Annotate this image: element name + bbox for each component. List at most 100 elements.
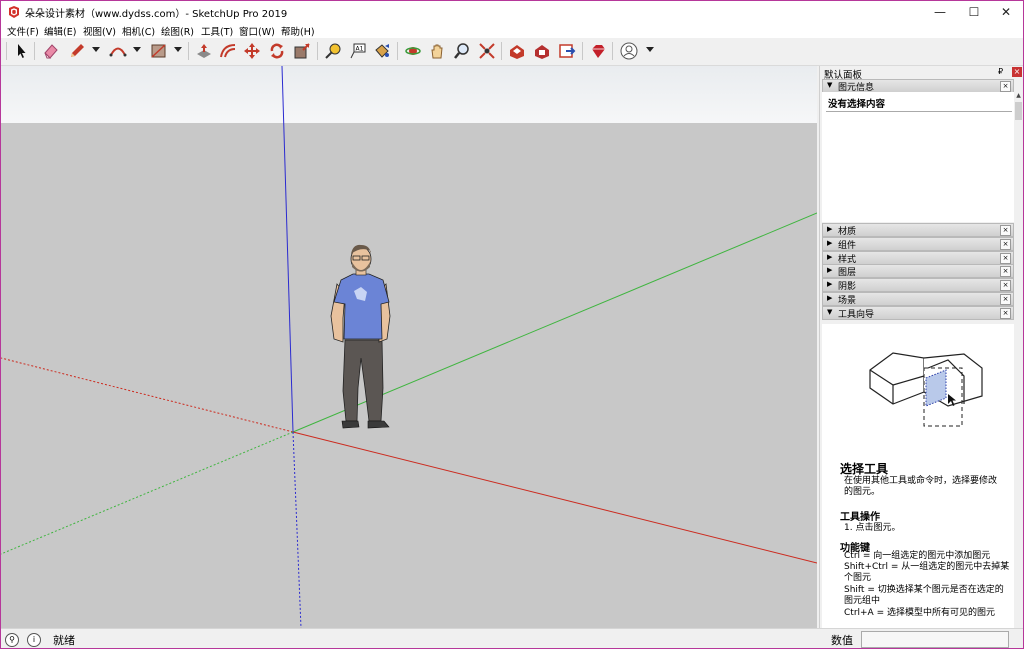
panel-close-icon[interactable]: ×: [1000, 308, 1011, 319]
blue-axis-positive: [281, 66, 294, 433]
measurements-input[interactable]: [861, 631, 1009, 648]
shape-dropdown-caret[interactable]: [174, 47, 182, 52]
toolbar-grip: [6, 42, 7, 60]
eraser-tool-icon[interactable]: [41, 41, 61, 61]
status-bar: ⚲ i 就绪 数值: [1, 628, 1023, 648]
panel-materials[interactable]: ▶ 材质 ×: [822, 223, 1014, 237]
arc-dropdown-caret[interactable]: [133, 47, 141, 52]
scale-icon[interactable]: [292, 41, 312, 61]
axes-layer: [1, 66, 817, 628]
pan-icon[interactable]: [427, 41, 447, 61]
green-axis-negative: [1, 431, 294, 555]
offset-icon[interactable]: [218, 41, 238, 61]
scale-figure-person[interactable]: [330, 244, 391, 429]
red-axis-positive: [292, 431, 817, 564]
sketchup-app-icon: [9, 6, 19, 18]
toolbar-separator: [501, 42, 502, 60]
panel-label: 组件: [838, 241, 857, 251]
toolbar-separator: [582, 42, 583, 60]
text-icon[interactable]: A1: [348, 41, 368, 61]
default-tray: 默认面板 ₽ × ▼ 图元信息 × 没有选择内容 ▶ 材质 × ▶ 组件 × ▶…: [819, 66, 1023, 628]
panel-layers[interactable]: ▶ 图层 ×: [822, 264, 1014, 278]
expanded-triangle-icon: ▼: [827, 308, 833, 316]
panel-close-icon[interactable]: ×: [1000, 266, 1011, 277]
panel-label: 材质: [838, 227, 857, 237]
toolbar: A1: [1, 38, 1023, 66]
no-selection-message: 没有选择内容: [828, 99, 886, 110]
geo-location-icon[interactable]: ⚲: [5, 633, 19, 647]
panel-instructor[interactable]: ▼ 工具向导 ×: [822, 306, 1014, 320]
zoom-extents-icon[interactable]: [477, 41, 497, 61]
menu-draw[interactable]: 绘图(R): [161, 24, 194, 38]
entity-info-body: 没有选择内容: [822, 92, 1014, 222]
instructor-key-item: Shift = 切换选择某个图元是否在选定的图元组中: [844, 585, 1004, 606]
toolbar-separator: [397, 42, 398, 60]
tray-scrollbar[interactable]: ▲: [1014, 92, 1023, 626]
menu-view[interactable]: 视图(V): [83, 24, 116, 38]
panel-shadows[interactable]: ▶ 阴影 ×: [822, 278, 1014, 292]
minimize-button[interactable]: —: [923, 1, 957, 23]
push-pull-icon[interactable]: [194, 41, 214, 61]
orbit-icon[interactable]: [403, 41, 423, 61]
send-to-layout-icon[interactable]: [557, 41, 577, 61]
warehouse-icon[interactable]: [507, 41, 527, 61]
shape-tool-icon[interactable]: [149, 41, 169, 61]
panel-close-icon[interactable]: ×: [1000, 253, 1011, 264]
blue-axis-negative: [292, 431, 302, 628]
panel-entity-info[interactable]: ▼ 图元信息 ×: [822, 79, 1014, 93]
pencil-dropdown-caret[interactable]: [92, 47, 100, 52]
panel-styles[interactable]: ▶ 样式 ×: [822, 251, 1014, 265]
model-viewport[interactable]: [1, 66, 817, 628]
instructor-key-item: Ctrl+A = 选择模型中所有可见的图元: [844, 608, 995, 618]
toolbar-separator: [34, 42, 35, 60]
title-bar: 朵朵设计素材（www.dydss.com）- SketchUp Pro 2019…: [1, 1, 1023, 23]
select-tool-icon[interactable]: [11, 41, 31, 61]
panel-close-icon[interactable]: ×: [1000, 81, 1011, 92]
ruby-icon[interactable]: [588, 41, 608, 61]
instructor-key-item: Shift+Ctrl = 从一组选定的图元中去掉某个图元: [844, 562, 1010, 583]
panel-label: 图层: [838, 268, 857, 278]
rotate-icon[interactable]: [267, 41, 287, 61]
move-icon[interactable]: [242, 41, 262, 61]
pencil-tool-icon[interactable]: [67, 41, 87, 61]
scroll-thumb[interactable]: [1015, 102, 1022, 120]
extension-warehouse-icon[interactable]: [532, 41, 552, 61]
sketchup-window: 朵朵设计素材（www.dydss.com）- SketchUp Pro 2019…: [0, 0, 1024, 649]
toolbar-separator: [317, 42, 318, 60]
menu-tools[interactable]: 工具(T): [201, 24, 233, 38]
account-icon[interactable]: [619, 41, 639, 61]
expanded-triangle-icon: ▼: [827, 81, 833, 89]
collapsed-triangle-icon: ▶: [827, 280, 833, 288]
tray-close-button[interactable]: ×: [1012, 67, 1022, 77]
instructor-body: 选择工具 在使用其他工具或命令时，选择要修改的图元。 工具操作 1. 点击图元。…: [822, 324, 1014, 628]
menu-camera[interactable]: 相机(C): [122, 24, 155, 38]
collapsed-triangle-icon: ▶: [827, 239, 833, 247]
zoom-icon[interactable]: [452, 41, 472, 61]
maximize-button[interactable]: ☐: [957, 1, 991, 23]
scroll-up-icon[interactable]: ▲: [1014, 92, 1023, 100]
panel-scenes[interactable]: ▶ 场景 ×: [822, 292, 1014, 306]
close-button[interactable]: ✕: [989, 1, 1023, 23]
panel-close-icon[interactable]: ×: [1000, 280, 1011, 291]
menu-edit[interactable]: 编辑(E): [44, 24, 76, 38]
panel-components[interactable]: ▶ 组件 ×: [822, 237, 1014, 251]
instructor-key-item: Ctrl = 向一组选定的图元中添加图元: [844, 551, 991, 561]
info-icon[interactable]: i: [27, 633, 41, 647]
tape-measure-icon[interactable]: [323, 41, 343, 61]
panel-close-icon[interactable]: ×: [1000, 225, 1011, 236]
instructor-op-item: 1. 点击图元。: [844, 523, 901, 533]
panel-close-icon[interactable]: ×: [1000, 294, 1011, 305]
pin-icon[interactable]: ₽: [998, 67, 1003, 76]
account-dropdown-caret[interactable]: [646, 47, 654, 52]
panel-close-icon[interactable]: ×: [1000, 239, 1011, 250]
paint-bucket-icon[interactable]: [372, 41, 392, 61]
panel-label: 场景: [838, 296, 857, 306]
status-text: 就绪: [53, 634, 75, 647]
menu-window[interactable]: 窗口(W): [239, 24, 275, 38]
menu-bar: 文件(F) 编辑(E) 视图(V) 相机(C) 绘图(R) 工具(T) 窗口(W…: [1, 23, 1023, 38]
collapsed-triangle-icon: ▶: [827, 266, 833, 274]
arc-tool-icon[interactable]: [108, 41, 128, 61]
menu-help[interactable]: 帮助(H): [281, 24, 315, 38]
menu-file[interactable]: 文件(F): [7, 24, 39, 38]
collapsed-triangle-icon: ▶: [827, 225, 833, 233]
